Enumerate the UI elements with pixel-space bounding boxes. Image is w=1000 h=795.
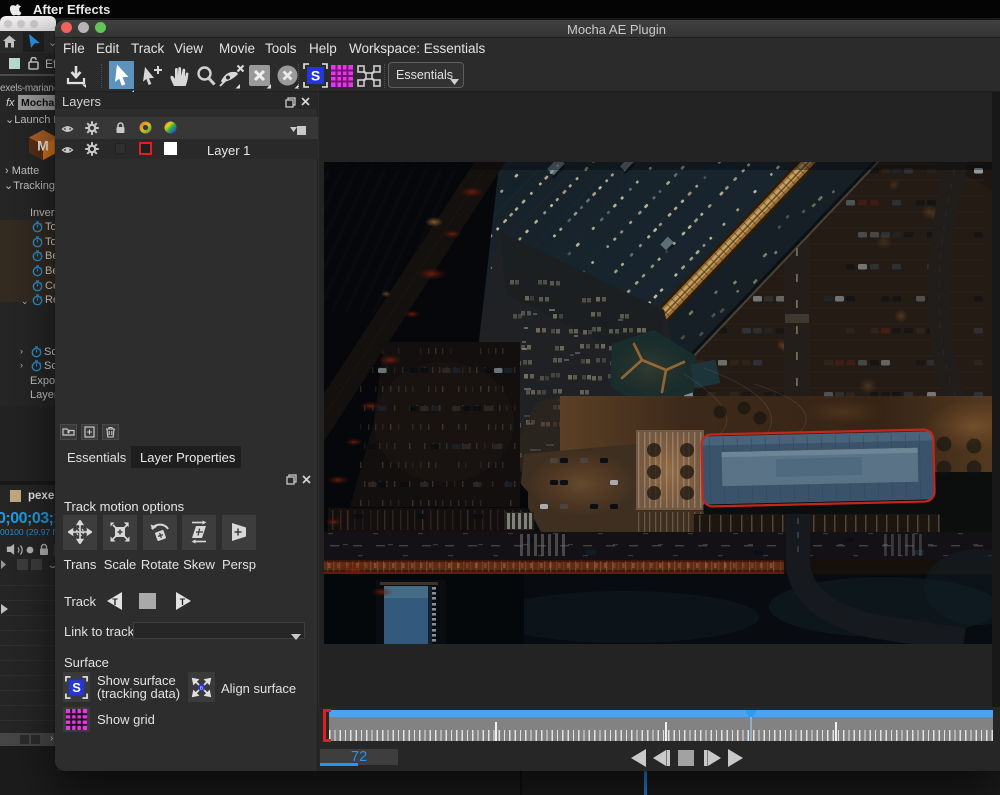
svg-text:B: B: [200, 685, 203, 691]
svg-text:S: S: [311, 68, 320, 84]
svg-text:T: T: [112, 597, 118, 607]
svg-text:M: M: [37, 138, 49, 154]
svg-text:S: S: [72, 680, 81, 695]
svg-text:T: T: [180, 597, 186, 607]
